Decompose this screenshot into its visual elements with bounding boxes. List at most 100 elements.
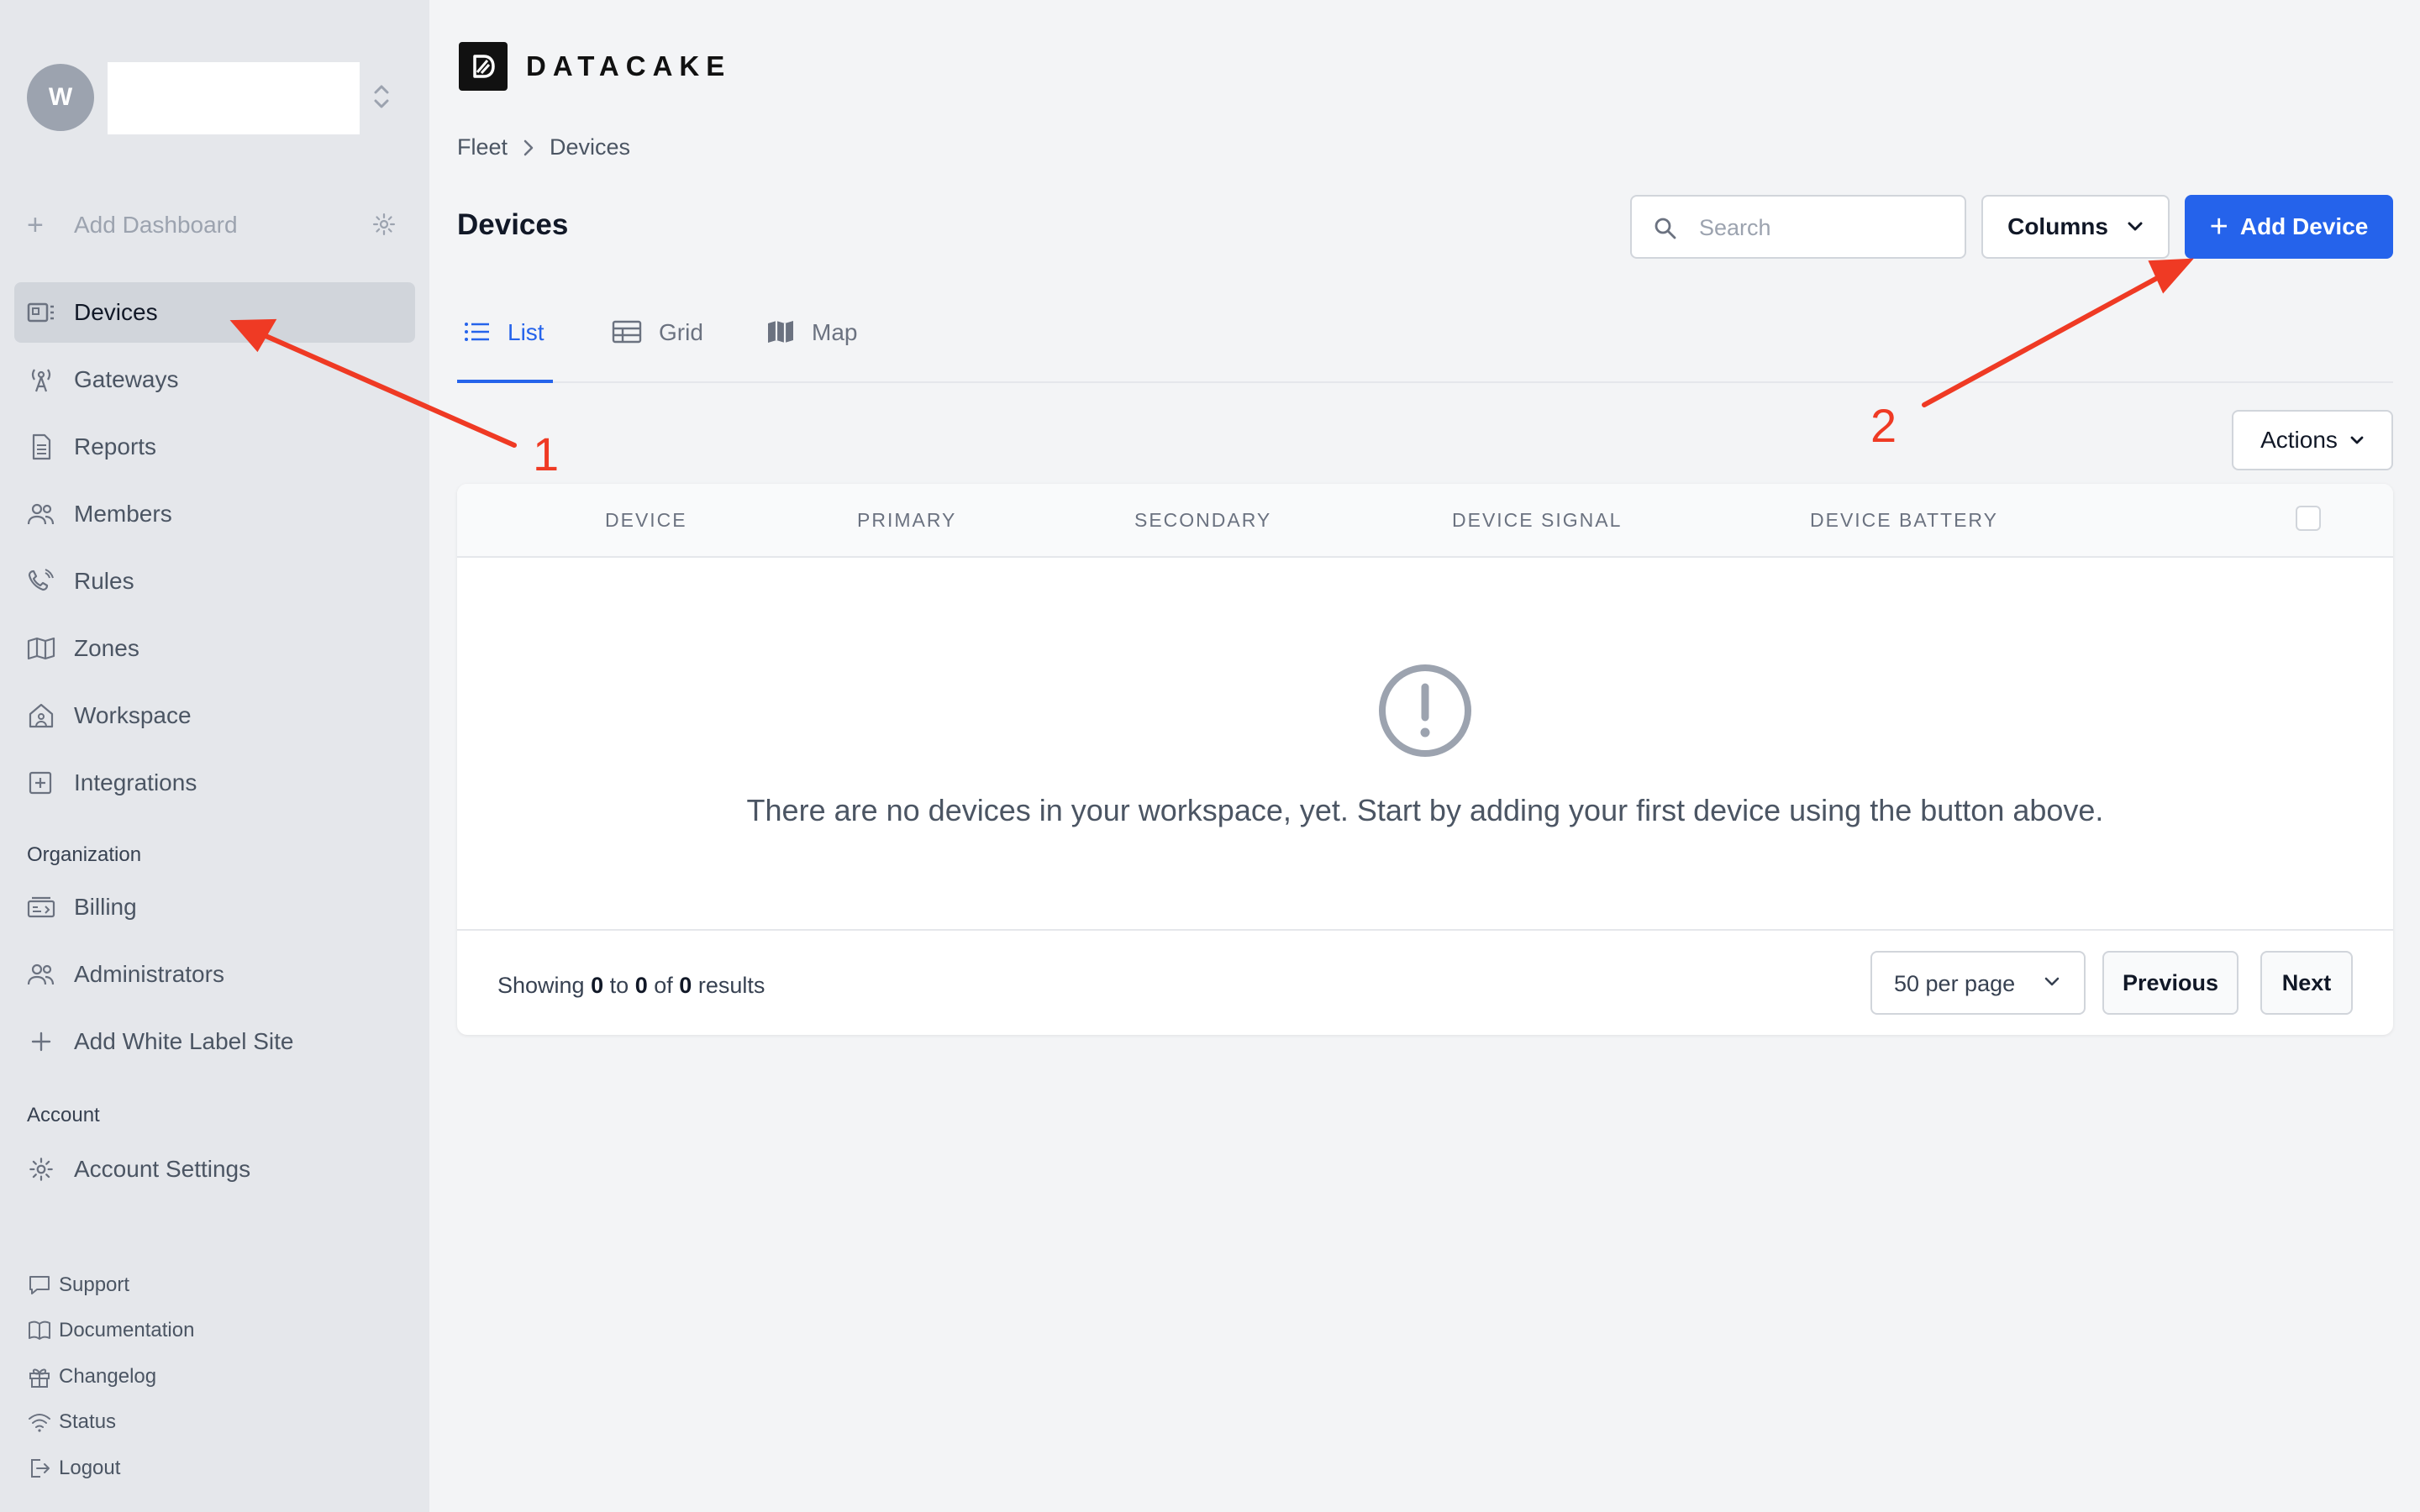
organization-heading: Organization (27, 843, 142, 866)
columns-button[interactable]: Columns (1981, 195, 2170, 259)
sidebar-item-workspace[interactable]: Workspace (14, 685, 415, 746)
add-dashboard-label: Add Dashboard (74, 212, 238, 238)
breadcrumb-devices[interactable]: Devices (550, 134, 630, 160)
add-device-button[interactable]: + Add Device (2185, 195, 2393, 259)
sidebar-item-zones[interactable]: Zones (14, 618, 415, 679)
workspace-icon (27, 702, 55, 729)
support-label: Support (59, 1273, 130, 1296)
gear-icon[interactable] (371, 212, 397, 237)
actions-label: Actions (2260, 427, 2338, 453)
empty-state-message: There are no devices in your workspace, … (746, 793, 2104, 827)
brand-name: DATACAKE (526, 50, 732, 81)
page-title: Devices (457, 208, 569, 241)
of-label: of (654, 973, 673, 998)
sidebar: W + Add Dashboard Devices Gateways Repor… (0, 0, 429, 1512)
sidebar-item-gateways[interactable]: Gateways (14, 349, 415, 410)
brand-logo[interactable]: DATACAKE (459, 42, 731, 91)
select-all-checkbox[interactable] (2296, 506, 2321, 531)
sidebar-item-add-white-label-site[interactable]: Add White Label Site (14, 1011, 415, 1072)
view-tabs: List Grid Map (457, 299, 2393, 383)
tab-map[interactable]: Map (766, 319, 857, 383)
column-header-primary[interactable]: PRIMARY (857, 509, 956, 532)
administrators-icon (27, 961, 55, 988)
sidebar-item-integrations[interactable]: Integrations (14, 753, 415, 813)
column-header-device[interactable]: DEVICE (605, 509, 687, 532)
tab-list[interactable]: List (457, 319, 553, 383)
chevron-right-icon (523, 139, 534, 157)
actions-button[interactable]: Actions (2232, 410, 2393, 470)
chevron-down-icon (2349, 435, 2365, 445)
chevron-down-icon (2044, 976, 2060, 988)
sidebar-item-devices[interactable]: Devices (14, 282, 415, 343)
results-to: 0 (634, 973, 648, 998)
members-icon (27, 501, 55, 528)
billing-icon (27, 894, 55, 921)
datacake-logo-icon (459, 42, 508, 91)
status-link[interactable]: Status (27, 1405, 116, 1439)
add-device-label: Add Device (2239, 213, 2369, 239)
sidebar-item-billing[interactable]: Billing (14, 877, 415, 937)
report-icon (27, 433, 55, 460)
avatar: W (27, 64, 94, 131)
search-icon (1654, 217, 1677, 240)
gift-icon (27, 1364, 52, 1389)
sidebar-item-label: Members (74, 501, 172, 527)
results-summary: Showing 0 to 0 of 0 results (497, 973, 765, 999)
gear-icon (27, 1156, 55, 1183)
sidebar-item-label: Billing (74, 894, 137, 920)
rules-icon (27, 568, 55, 595)
previous-button[interactable]: Previous (2102, 951, 2238, 1015)
account-heading: Account (27, 1104, 100, 1126)
next-button[interactable]: Next (2260, 951, 2353, 1015)
sidebar-item-account-settings[interactable]: Account Settings (14, 1139, 415, 1200)
sidebar-item-label: Devices (74, 299, 158, 325)
sidebar-item-label: Reports (74, 433, 157, 459)
column-header-device-battery[interactable]: DEVICE BATTERY (1810, 509, 1998, 532)
columns-label: Columns (2007, 213, 2108, 239)
workspace-switcher[interactable]: W (27, 62, 397, 134)
workspace-name-box (108, 62, 360, 134)
sidebar-item-reports[interactable]: Reports (14, 417, 415, 477)
support-link[interactable]: Support (27, 1268, 129, 1302)
sidebar-item-label: Integrations (74, 769, 197, 795)
sidebar-item-members[interactable]: Members (14, 484, 415, 544)
results-total: 0 (679, 973, 692, 998)
per-page-select[interactable]: 50 per page (1870, 951, 2086, 1015)
to-label: to (609, 973, 629, 998)
exclamation-circle-icon (1376, 662, 1474, 759)
search-input[interactable] (1699, 212, 1951, 244)
gateway-icon (27, 366, 55, 393)
sidebar-item-label: Zones (74, 635, 139, 661)
tab-label: Grid (659, 319, 703, 345)
add-dashboard-button[interactable]: + Add Dashboard (27, 205, 397, 245)
breadcrumb: Fleet Devices (457, 134, 630, 160)
plus-icon (27, 1028, 55, 1055)
list-icon (464, 319, 491, 344)
logout-label: Logout (59, 1457, 121, 1479)
table-icon (612, 319, 642, 344)
search-box[interactable] (1630, 195, 1966, 259)
status-label: Status (59, 1410, 117, 1433)
column-header-secondary[interactable]: SECONDARY (1134, 509, 1271, 532)
documentation-link[interactable]: Documentation (27, 1314, 194, 1347)
column-header-device-signal[interactable]: DEVICE SIGNAL (1452, 509, 1622, 532)
changelog-link[interactable]: Changelog (27, 1360, 156, 1394)
logout-icon (27, 1456, 52, 1481)
wifi-icon (27, 1410, 52, 1435)
plus-icon: + (2209, 209, 2228, 244)
changelog-label: Changelog (59, 1365, 157, 1388)
documentation-label: Documentation (59, 1319, 195, 1341)
plus-icon: + (27, 209, 44, 241)
sidebar-item-label: Gateways (74, 366, 179, 392)
book-icon (27, 1318, 52, 1343)
sidebar-item-label: Account Settings (74, 1156, 251, 1182)
sidebar-item-rules[interactable]: Rules (14, 551, 415, 612)
logout-link[interactable]: Logout (27, 1452, 120, 1485)
tab-grid[interactable]: Grid (612, 319, 703, 383)
sidebar-item-administrators[interactable]: Administrators (14, 944, 415, 1005)
map-icon (27, 635, 55, 662)
integrations-icon (27, 769, 55, 796)
sidebar-item-label: Add White Label Site (74, 1028, 294, 1054)
breadcrumb-fleet[interactable]: Fleet (457, 134, 508, 160)
devices-table: DEVICE PRIMARY SECONDARY DEVICE SIGNAL D… (457, 484, 2393, 1035)
